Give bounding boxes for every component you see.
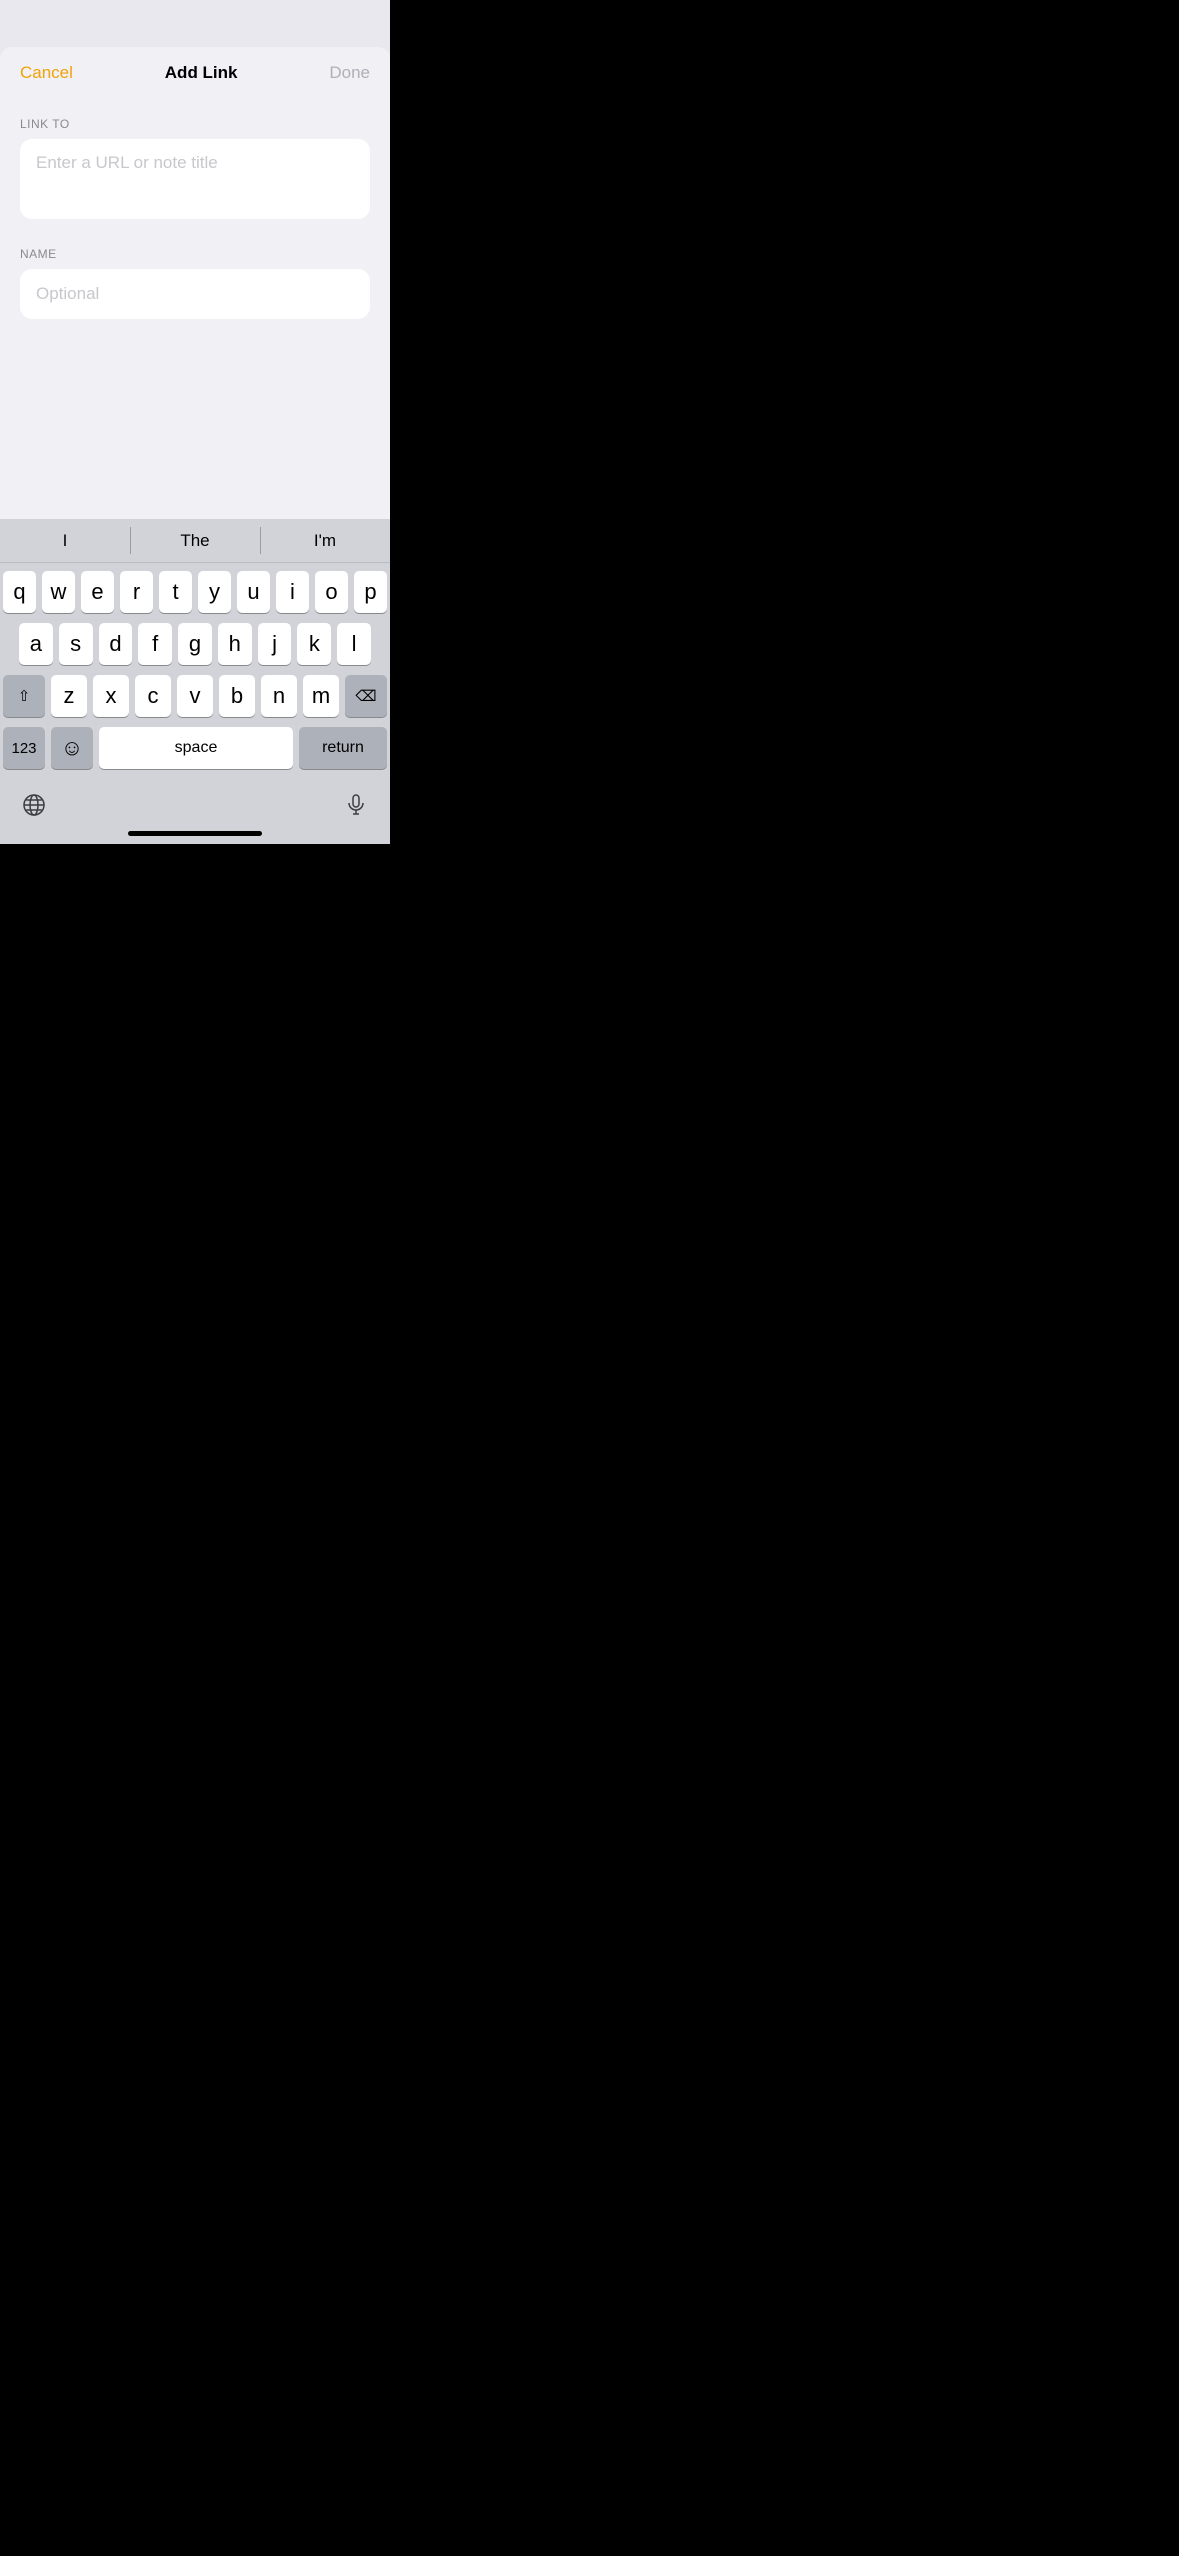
cancel-button[interactable]: Cancel	[20, 63, 73, 83]
key-j[interactable]: j	[258, 623, 292, 665]
mic-button[interactable]	[338, 787, 374, 823]
shift-key[interactable]: ⇧	[3, 675, 45, 717]
key-e[interactable]: e	[81, 571, 114, 613]
key-b[interactable]: b	[219, 675, 255, 717]
modal-title: Add Link	[165, 63, 238, 83]
key-i[interactable]: i	[276, 571, 309, 613]
key-k[interactable]: k	[297, 623, 331, 665]
delete-key[interactable]: ⌫	[345, 675, 387, 717]
key-u[interactable]: u	[237, 571, 270, 613]
keyboard-row-3: ⇧ z x c v b n m ⌫	[3, 675, 387, 717]
numbers-key[interactable]: 123	[3, 727, 45, 769]
globe-icon	[22, 793, 46, 817]
name-label: NAME	[20, 247, 370, 261]
link-to-input[interactable]	[20, 139, 370, 219]
key-v[interactable]: v	[177, 675, 213, 717]
shift-icon: ⇧	[18, 687, 31, 705]
emoji-icon: ☺	[61, 735, 83, 761]
key-h[interactable]: h	[218, 623, 252, 665]
modal-header: Cancel Add Link Done	[0, 47, 390, 97]
predictive-bar: I The I'm	[0, 519, 390, 563]
predictive-item-2[interactable]: The	[130, 519, 260, 562]
keyboard-row-1: q w e r t y u i o p	[3, 571, 387, 613]
link-to-field-wrapper: LINK TO	[20, 117, 370, 219]
key-w[interactable]: w	[42, 571, 75, 613]
keyboard: I The I'm q w e r t y u i o p a s	[0, 519, 390, 844]
done-button[interactable]: Done	[329, 63, 370, 83]
key-y[interactable]: y	[198, 571, 231, 613]
emoji-key[interactable]: ☺	[51, 727, 93, 769]
key-l[interactable]: l	[337, 623, 371, 665]
key-t[interactable]: t	[159, 571, 192, 613]
link-to-label: LINK TO	[20, 117, 370, 131]
key-d[interactable]: d	[99, 623, 133, 665]
key-o[interactable]: o	[315, 571, 348, 613]
name-input[interactable]	[20, 269, 370, 319]
key-z[interactable]: z	[51, 675, 87, 717]
space-key[interactable]: space	[99, 727, 293, 769]
key-r[interactable]: r	[120, 571, 153, 613]
home-bar	[128, 831, 262, 836]
key-m[interactable]: m	[303, 675, 339, 717]
key-s[interactable]: s	[59, 623, 93, 665]
numbers-label: 123	[11, 740, 36, 757]
globe-button[interactable]	[16, 787, 52, 823]
key-p[interactable]: p	[354, 571, 387, 613]
keyboard-row-4: 123 ☺ space return	[3, 727, 387, 769]
mic-icon	[344, 793, 368, 817]
key-a[interactable]: a	[19, 623, 53, 665]
key-f[interactable]: f	[138, 623, 172, 665]
home-indicator	[0, 831, 390, 844]
key-x[interactable]: x	[93, 675, 129, 717]
return-key[interactable]: return	[299, 727, 387, 769]
predictive-item-1[interactable]: I	[0, 519, 130, 562]
key-n[interactable]: n	[261, 675, 297, 717]
space-label: space	[175, 739, 218, 757]
add-link-modal: Cancel Add Link Done LINK TO NAME I The …	[0, 47, 390, 844]
key-c[interactable]: c	[135, 675, 171, 717]
return-label: return	[322, 739, 364, 757]
key-rows: q w e r t y u i o p a s d f g h j k	[0, 563, 390, 783]
name-field-wrapper: NAME	[20, 247, 370, 319]
keyboard-row-2: a s d f g h j k l	[3, 623, 387, 665]
key-q[interactable]: q	[3, 571, 36, 613]
keyboard-bottom-row	[0, 783, 390, 831]
key-g[interactable]: g	[178, 623, 212, 665]
delete-icon: ⌫	[355, 687, 376, 705]
predictive-item-3[interactable]: I'm	[260, 519, 390, 562]
